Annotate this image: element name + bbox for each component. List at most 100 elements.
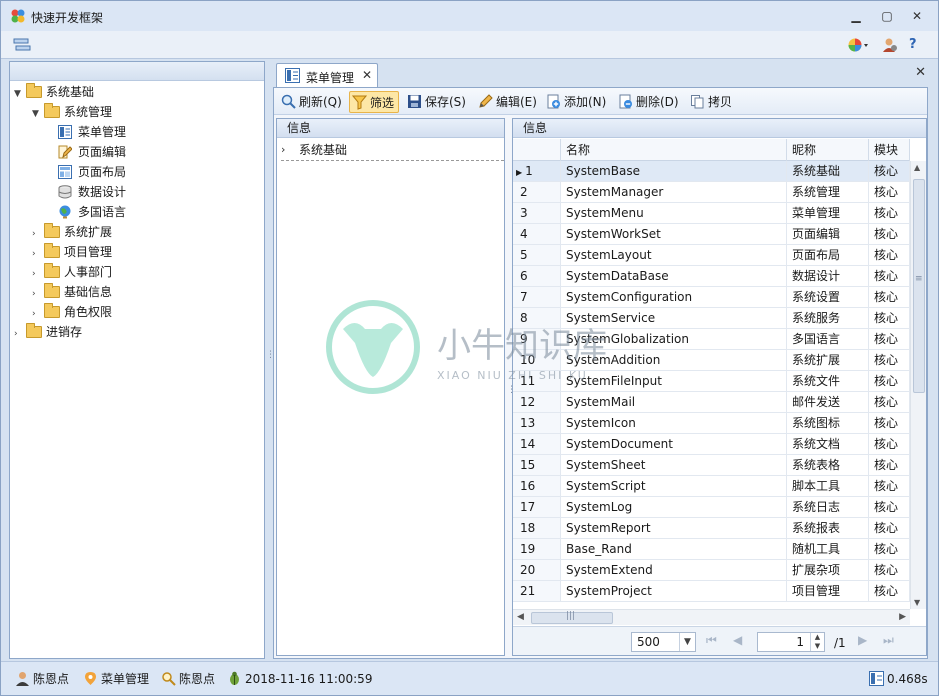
page-number-input[interactable]: 1 ▲ ▼ <box>757 632 825 652</box>
scroll-down-icon[interactable]: ▼ <box>914 598 920 607</box>
name-cell[interactable]: SystemExtend <box>561 560 787 580</box>
save-button[interactable]: 保存(S) <box>405 91 466 113</box>
nickname-cell[interactable]: 系统基础 <box>787 161 869 181</box>
scroll-right-icon[interactable]: ▶ <box>899 612 906 622</box>
module-cell[interactable]: 核心 <box>869 203 910 223</box>
nickname-cell[interactable]: 数据设计 <box>787 266 869 286</box>
module-cell[interactable]: 核心 <box>869 287 910 307</box>
vertical-scrollbar[interactable]: ▲ ≡ ▼ <box>910 161 926 609</box>
tab-menu-management[interactable]: 菜单管理 ✕ <box>276 63 378 87</box>
module-cell[interactable]: 核心 <box>869 245 910 265</box>
nickname-cell[interactable]: 扩展杂项 <box>787 560 869 580</box>
table-row[interactable]: 9 SystemGlobalization 多国语言 核心 <box>513 329 910 350</box>
chevron-right-icon[interactable]: › <box>32 224 44 244</box>
middle-splitter[interactable]: ⋮ <box>507 386 516 395</box>
nickname-cell[interactable]: 系统图标 <box>787 413 869 433</box>
nickname-cell[interactable]: 随机工具 <box>787 539 869 559</box>
nickname-cell[interactable]: 邮件发送 <box>787 392 869 412</box>
module-cell[interactable]: 核心 <box>869 413 910 433</box>
name-cell[interactable]: SystemService <box>561 308 787 328</box>
module-cell[interactable]: 核心 <box>869 497 910 517</box>
table-row[interactable]: 21 SystemProject 项目管理 核心 <box>513 581 910 602</box>
module-cell[interactable]: 核心 <box>869 182 910 202</box>
chevron-right-icon[interactable]: › <box>14 324 26 344</box>
module-cell[interactable]: 核心 <box>869 518 910 538</box>
module-cell[interactable]: 核心 <box>869 350 910 370</box>
module-cell[interactable]: 核心 <box>869 371 910 391</box>
nickname-cell[interactable]: 系统服务 <box>787 308 869 328</box>
module-cell[interactable]: 核心 <box>869 455 910 475</box>
module-cell[interactable]: 核心 <box>869 581 910 601</box>
table-row[interactable]: 17 SystemLog 系统日志 核心 <box>513 497 910 518</box>
table-row[interactable]: 20 SystemExtend 扩展杂项 核心 <box>513 560 910 581</box>
chevron-right-icon[interactable]: › <box>32 304 44 324</box>
close-document-icon[interactable]: ✕ <box>915 65 926 80</box>
chevron-down-icon[interactable]: ▼ <box>14 84 26 104</box>
category-row[interactable]: › 系统基础 <box>281 141 504 161</box>
table-row[interactable]: 12 SystemMail 邮件发送 核心 <box>513 392 910 413</box>
chevron-down-icon[interactable]: ▼ <box>32 104 44 124</box>
module-cell[interactable]: 核心 <box>869 224 910 244</box>
prev-page-icon[interactable]: ◀ <box>733 633 742 647</box>
tree-item-role-permission[interactable]: › 角色权限 <box>32 302 112 322</box>
nickname-cell[interactable]: 系统日志 <box>787 497 869 517</box>
module-cell[interactable]: 核心 <box>869 161 910 181</box>
tree-item-menu-manage[interactable]: 菜单管理 <box>58 122 126 142</box>
page-stepper-icon[interactable]: ▲ ▼ <box>810 633 824 651</box>
name-cell[interactable]: SystemMenu <box>561 203 787 223</box>
module-cell[interactable]: 核心 <box>869 392 910 412</box>
user-settings-icon[interactable] <box>882 37 898 53</box>
name-cell[interactable]: SystemManager <box>561 182 787 202</box>
next-page-icon[interactable]: ▶ <box>858 633 867 647</box>
name-cell[interactable]: SystemScript <box>561 476 787 496</box>
table-row[interactable]: 19 Base_Rand 随机工具 核心 <box>513 539 910 560</box>
tree-item-system-manage[interactable]: ▼ 系统管理 <box>32 102 112 122</box>
theme-color-icon[interactable] <box>847 37 869 53</box>
chevron-down-icon[interactable]: ▼ <box>679 633 695 651</box>
nickname-cell[interactable]: 系统文档 <box>787 434 869 454</box>
nickname-cell[interactable]: 页面编辑 <box>787 224 869 244</box>
tree-item-data-design[interactable]: 数据设计 <box>58 182 126 202</box>
close-button[interactable]: ✕ <box>908 7 926 25</box>
nickname-cell[interactable]: 系统管理 <box>787 182 869 202</box>
delete-button[interactable]: 删除(D) <box>616 91 679 113</box>
table-row[interactable]: 7 SystemConfiguration 系统设置 核心 <box>513 287 910 308</box>
expand-arrow-icon[interactable]: › <box>281 141 285 159</box>
name-cell[interactable]: Base_Rand <box>561 539 787 559</box>
tree-item-inventory[interactable]: › 进销存 <box>14 322 82 342</box>
column-header-name[interactable]: 名称 <box>561 139 787 161</box>
module-cell[interactable]: 核心 <box>869 329 910 349</box>
module-cell[interactable]: 核心 <box>869 434 910 454</box>
filter-button[interactable]: 筛选 <box>349 91 400 113</box>
name-cell[interactable]: SystemConfiguration <box>561 287 787 307</box>
module-cell[interactable]: 核心 <box>869 308 910 328</box>
last-page-icon[interactable]: ⏭ <box>883 633 894 648</box>
table-row[interactable]: 8 SystemService 系统服务 核心 <box>513 308 910 329</box>
tree-item-system-extend[interactable]: › 系统扩展 <box>32 222 112 242</box>
table-row[interactable]: 15 SystemSheet 系统表格 核心 <box>513 455 910 476</box>
module-cell[interactable]: 核心 <box>869 560 910 580</box>
name-cell[interactable]: SystemLog <box>561 497 787 517</box>
name-cell[interactable]: SystemProject <box>561 581 787 601</box>
copy-button[interactable]: 拷贝 <box>688 91 732 113</box>
name-cell[interactable]: SystemDataBase <box>561 266 787 286</box>
nickname-cell[interactable]: 多国语言 <box>787 329 869 349</box>
nickname-cell[interactable]: 菜单管理 <box>787 203 869 223</box>
tree-item-system-base[interactable]: ▼ 系统基础 <box>14 82 94 102</box>
layout-toggle-icon[interactable] <box>13 38 31 52</box>
chevron-right-icon[interactable]: › <box>32 244 44 264</box>
name-cell[interactable]: SystemAddition <box>561 350 787 370</box>
tree-item-page-edit[interactable]: 页面编辑 <box>58 142 126 162</box>
horizontal-scroll-thumb[interactable]: ||| <box>531 611 613 624</box>
name-cell[interactable]: SystemSheet <box>561 455 787 475</box>
table-row[interactable]: 2 SystemManager 系统管理 核心 <box>513 182 910 203</box>
scroll-up-icon[interactable]: ▲ <box>914 163 920 172</box>
module-cell[interactable]: 核心 <box>869 539 910 559</box>
tree-item-base-info[interactable]: › 基础信息 <box>32 282 112 302</box>
edit-button[interactable]: 编辑(E) <box>476 91 537 113</box>
table-row[interactable]: 13 SystemIcon 系统图标 核心 <box>513 413 910 434</box>
tree-item-hr[interactable]: › 人事部门 <box>32 262 112 282</box>
tab-close-icon[interactable]: ✕ <box>362 68 372 82</box>
nickname-cell[interactable]: 系统扩展 <box>787 350 869 370</box>
nickname-cell[interactable]: 项目管理 <box>787 581 869 601</box>
